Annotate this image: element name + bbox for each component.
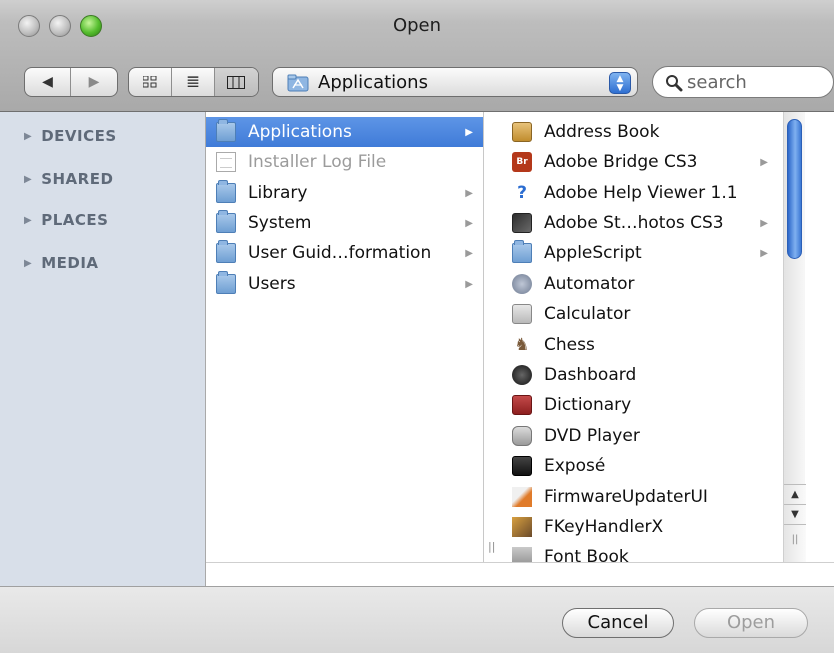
disclosure-triangle-icon: ▶ <box>24 130 33 142</box>
expose-icon <box>512 456 532 476</box>
sidebar-section-places[interactable]: ▶ PLACES <box>24 210 108 230</box>
column-root: Applications ▶ Installer Log File Librar… <box>206 112 495 562</box>
list-item[interactable]: Address Book <box>486 117 778 147</box>
open-dialog: Open ◀ ▶ ≣ Applications ▲▼ ▶DEVICES ▶SHA… <box>0 0 834 653</box>
adobe-bridge-icon: Br <box>512 152 532 172</box>
list-item[interactable]: Installer Log File <box>206 147 483 177</box>
column-view-button[interactable] <box>215 68 258 96</box>
applications-folder-icon <box>216 119 236 142</box>
chevron-right-icon: ▶ <box>465 217 473 229</box>
list-view-button[interactable]: ≣ <box>172 68 215 96</box>
back-forward-control: ◀ ▶ <box>24 67 118 97</box>
list-view-icon: ≣ <box>185 72 201 92</box>
alias-folder-icon <box>216 240 236 263</box>
icon-view-button[interactable] <box>129 68 172 96</box>
chevron-right-icon: ▶ <box>465 278 473 290</box>
back-arrow-icon: ◀ <box>42 74 53 90</box>
chevron-right-icon: ▶ <box>465 187 473 199</box>
library-folder-icon <box>216 180 236 203</box>
list-item[interactable]: DVD Player <box>486 421 778 451</box>
firmware-updater-icon <box>512 487 532 507</box>
disclosure-triangle-icon: ▶ <box>24 173 33 185</box>
column-applications: Address Book Br Adobe Bridge CS3 ▶ ? Adobe … <box>486 112 834 567</box>
cancel-button[interactable]: Cancel <box>562 608 674 638</box>
list-item[interactable]: ♞ Chess <box>486 330 778 360</box>
fkeyhandler-icon <box>512 517 532 537</box>
column-resize-handle[interactable]: || <box>784 524 806 562</box>
browser-footer <box>206 562 834 586</box>
scrollbar-thumb[interactable] <box>787 119 802 259</box>
chevron-right-icon: ▶ <box>760 156 768 168</box>
forward-arrow-icon: ▶ <box>88 74 100 90</box>
list-item[interactable]: AppleScript ▶ <box>486 238 778 268</box>
system-folder-icon <box>216 210 236 233</box>
sidebar-section-media[interactable]: ▶ MEDIA <box>24 253 99 273</box>
list-item[interactable]: Dictionary <box>486 390 778 420</box>
popup-stepper-icon: ▲ ▼ <box>609 72 631 94</box>
icon-view-icon <box>143 76 157 88</box>
chevron-right-icon: ▶ <box>465 247 473 259</box>
sidebar: ▶ DEVICES ▶ SHARED ▶ PLACES ▶ MEDIA <box>0 112 206 586</box>
back-button[interactable]: ◀ <box>25 68 72 96</box>
column-view-icon <box>227 75 246 89</box>
scroll-up-button[interactable]: ▲ <box>784 484 806 504</box>
list-item[interactable]: Users ▶ <box>206 269 483 299</box>
dashboard-icon <box>512 365 532 385</box>
disclosure-triangle-icon: ▶ <box>24 257 33 269</box>
list-item[interactable]: Br Adobe Bridge CS3 ▶ <box>486 147 778 177</box>
adobe-stock-photos-icon <box>512 213 532 233</box>
title-toolbar: Open ◀ ▶ ≣ Applications ▲ ▼ <box>0 0 834 112</box>
chevron-right-icon: ▶ <box>760 247 768 259</box>
vertical-scrollbar[interactable]: ▲ ▼ || <box>783 112 806 562</box>
open-button[interactable]: Open <box>694 608 808 638</box>
list-item[interactable]: FirmwareUpdaterUI <box>486 482 778 512</box>
users-folder-icon <box>216 271 236 294</box>
window-title: Open <box>392 15 442 36</box>
document-icon <box>216 152 236 172</box>
dvd-player-icon <box>512 426 532 446</box>
view-mode-control: ≣ <box>128 67 259 97</box>
automator-icon <box>512 274 532 294</box>
sidebar-section-devices[interactable]: ▶ DEVICES <box>24 126 117 146</box>
folder-icon <box>512 240 532 263</box>
search-icon <box>666 75 683 92</box>
list-item[interactable]: Dashboard <box>486 360 778 390</box>
list-item[interactable]: System ▶ <box>206 208 483 238</box>
forward-button[interactable]: ▶ <box>71 68 117 96</box>
chess-icon: ♞ <box>514 335 530 355</box>
applications-folder-icon <box>287 74 309 92</box>
location-popup[interactable]: Applications ▲ ▼ <box>272 67 638 97</box>
list-item[interactable]: Calculator <box>486 299 778 329</box>
list-item[interactable]: Library ▶ <box>206 178 483 208</box>
column-browser: Applications ▶ Installer Log File Librar… <box>206 112 834 567</box>
list-item[interactable]: Adobe St…hotos CS3 ▶ <box>486 208 778 238</box>
disclosure-triangle-icon: ▶ <box>24 214 33 226</box>
list-item[interactable]: FKeyHandlerX <box>486 512 778 542</box>
calculator-icon <box>512 304 532 324</box>
scroll-down-button[interactable]: ▼ <box>784 504 806 524</box>
search-field[interactable] <box>652 66 834 98</box>
chevron-right-icon: ▶ <box>465 126 473 138</box>
list-item[interactable]: Applications ▶ <box>206 117 483 147</box>
address-book-icon <box>512 122 532 142</box>
location-label: Applications <box>318 72 428 93</box>
list-item[interactable]: User Guid…formation ▶ <box>206 238 483 268</box>
search-input[interactable] <box>687 70 827 94</box>
sidebar-section-shared[interactable]: ▶ SHARED <box>24 169 113 189</box>
list-item[interactable]: ? Adobe Help Viewer 1.1 <box>486 178 778 208</box>
dialog-button-bar: Cancel Open <box>0 586 834 653</box>
dictionary-icon <box>512 395 532 415</box>
list-item[interactable]: Automator <box>486 269 778 299</box>
chevron-right-icon: ▶ <box>760 217 768 229</box>
help-viewer-icon: ? <box>517 183 527 203</box>
list-item[interactable]: Exposé <box>486 451 778 481</box>
